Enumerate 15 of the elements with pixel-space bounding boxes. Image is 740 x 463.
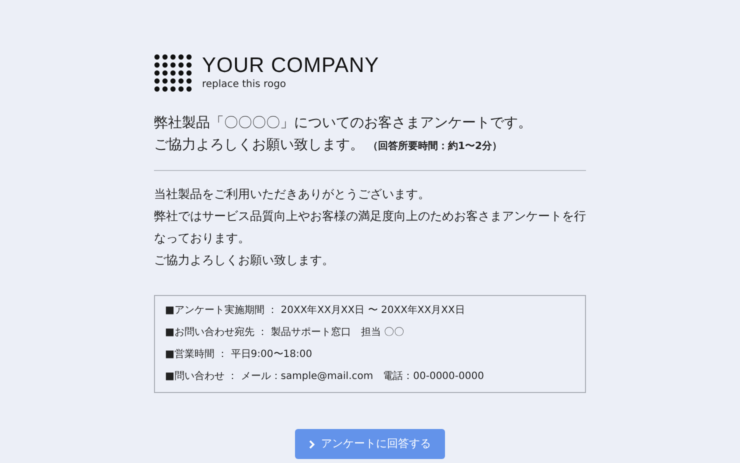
company-name: YOUR COMPANY — [202, 54, 380, 78]
survey-heading: 弊社製品「〇〇〇〇」についてのお客さまアンケートです。 — [154, 114, 533, 133]
intro-text: 弊社ではサービス品質向上やお客様の満足度向上のためお客さまアンケートを行なっております。 — [154, 208, 586, 247]
info-text: ■お問い合わせ宛先 ： 製品サポート窓口 担当 〇〇 — [165, 326, 405, 340]
survey-heading: ご協力よろしくお願い致します。 — [154, 136, 364, 155]
intro-text: ご協力よろしくお願い致します。 — [154, 252, 335, 269]
info-text: ■アンケート実施期間 ： 20XX年XX月XX日 〜 20XX年XX月XX日 — [165, 304, 466, 318]
answer-survey-button[interactable]: アンケートに回答する — [295, 429, 445, 459]
intro-text: 当社製品をご利用いただきありがとうございます。 — [154, 186, 431, 203]
chevron-right-icon — [309, 440, 315, 448]
info-text: ■問い合わせ ： メール：sample@mail.com 電話：00-0000-0000 — [165, 370, 485, 384]
time-note: （回答所要時間：約1〜2分） — [368, 140, 502, 154]
logo-dots-icon — [154, 54, 192, 92]
logo-tagline: replace this rogo — [202, 78, 288, 92]
info-text: ■営業時間 ： 平日9:00〜18:00 — [165, 348, 314, 362]
